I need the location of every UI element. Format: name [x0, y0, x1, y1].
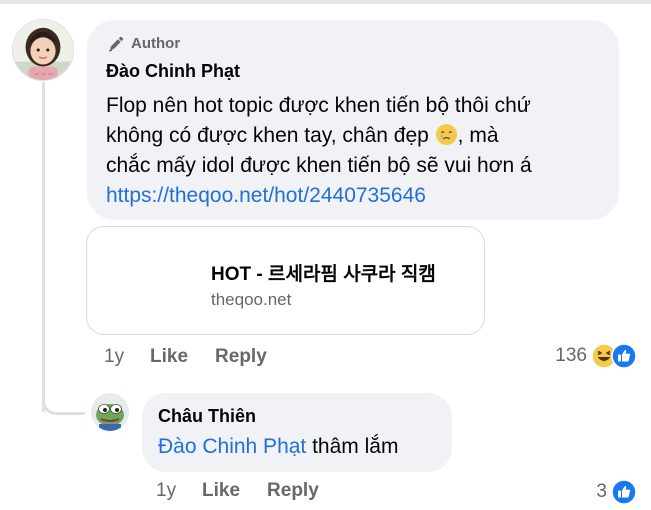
reply-actions: 1y Like Reply — [156, 480, 346, 502]
comment-bubble: Author Đào Chinh Phạt Flop nên hot topic… — [87, 20, 619, 220]
comment-text-segment: không có được khen tay, chân đẹp — [106, 124, 429, 147]
pepe-frog-avatar-icon — [91, 393, 129, 431]
author-badge-label: Author — [131, 35, 181, 52]
comment-link[interactable]: https://theqoo.net/hot/2440735646 — [106, 181, 601, 211]
svg-text:~ ~ ~: ~ ~ ~ — [34, 72, 52, 78]
reply-reply-button[interactable]: Reply — [267, 480, 319, 502]
reply-reactions[interactable]: 3 — [596, 479, 637, 505]
thread-connector-line — [42, 82, 45, 412]
reaction-count: 136 — [555, 345, 587, 366]
top-divider — [0, 0, 651, 4]
comment-text-line: không có được khen tay, chân đẹp , mà — [106, 121, 601, 151]
reply-text: Đào Chinh Phạt thâm lắm — [158, 433, 436, 461]
comment-actions: 1y Like Reply — [104, 344, 294, 370]
link-preview-card[interactable]: HOT - 르세라핌 사쿠라 직캠 theqoo.net — [86, 226, 485, 335]
author-badge: Author — [107, 34, 601, 54]
pen-icon — [107, 35, 125, 53]
comment-text: Flop nên hot topic được khen tiến bộ thô… — [106, 91, 601, 211]
link-preview-domain: theqoo.net — [211, 290, 292, 309]
like-button[interactable]: Like — [150, 346, 188, 368]
like-reaction-icon — [611, 479, 637, 505]
reply-button[interactable]: Reply — [215, 346, 267, 368]
like-reaction-icon — [611, 343, 637, 369]
comment-timestamp[interactable]: 1y — [104, 346, 150, 368]
crying-face-emoji-icon — [435, 123, 458, 146]
profile-photo-icon: ~ ~ ~ — [13, 20, 73, 80]
reply-connector-elbow — [42, 384, 85, 415]
reply-avatar[interactable] — [91, 393, 129, 431]
comment-text-line: Flop nên hot topic được khen tiến bộ thô… — [106, 94, 531, 117]
comment-author-name[interactable]: Đào Chinh Phạt — [106, 60, 601, 82]
reply-reaction-count: 3 — [596, 481, 607, 502]
reply-author-name[interactable]: Châu Thiên — [158, 405, 436, 427]
reply-like-button[interactable]: Like — [202, 480, 240, 502]
reply-timestamp[interactable]: 1y — [156, 480, 202, 502]
comment-text-line: chắc mấy idol được khen tiến bộ sẽ vui h… — [106, 154, 532, 177]
comment-reactions[interactable]: 136 — [555, 342, 637, 370]
avatar[interactable]: ~ ~ ~ — [12, 19, 74, 81]
reply-bubble: Châu Thiên Đào Chinh Phạt thâm lắm — [142, 393, 452, 472]
reply-text-body: thâm lắm — [306, 435, 399, 458]
comment-text-segment: , mà — [457, 124, 499, 147]
link-preview-title[interactable]: HOT - 르세라핌 사쿠라 직캠 — [211, 259, 436, 286]
mention-link[interactable]: Đào Chinh Phạt — [158, 435, 306, 458]
